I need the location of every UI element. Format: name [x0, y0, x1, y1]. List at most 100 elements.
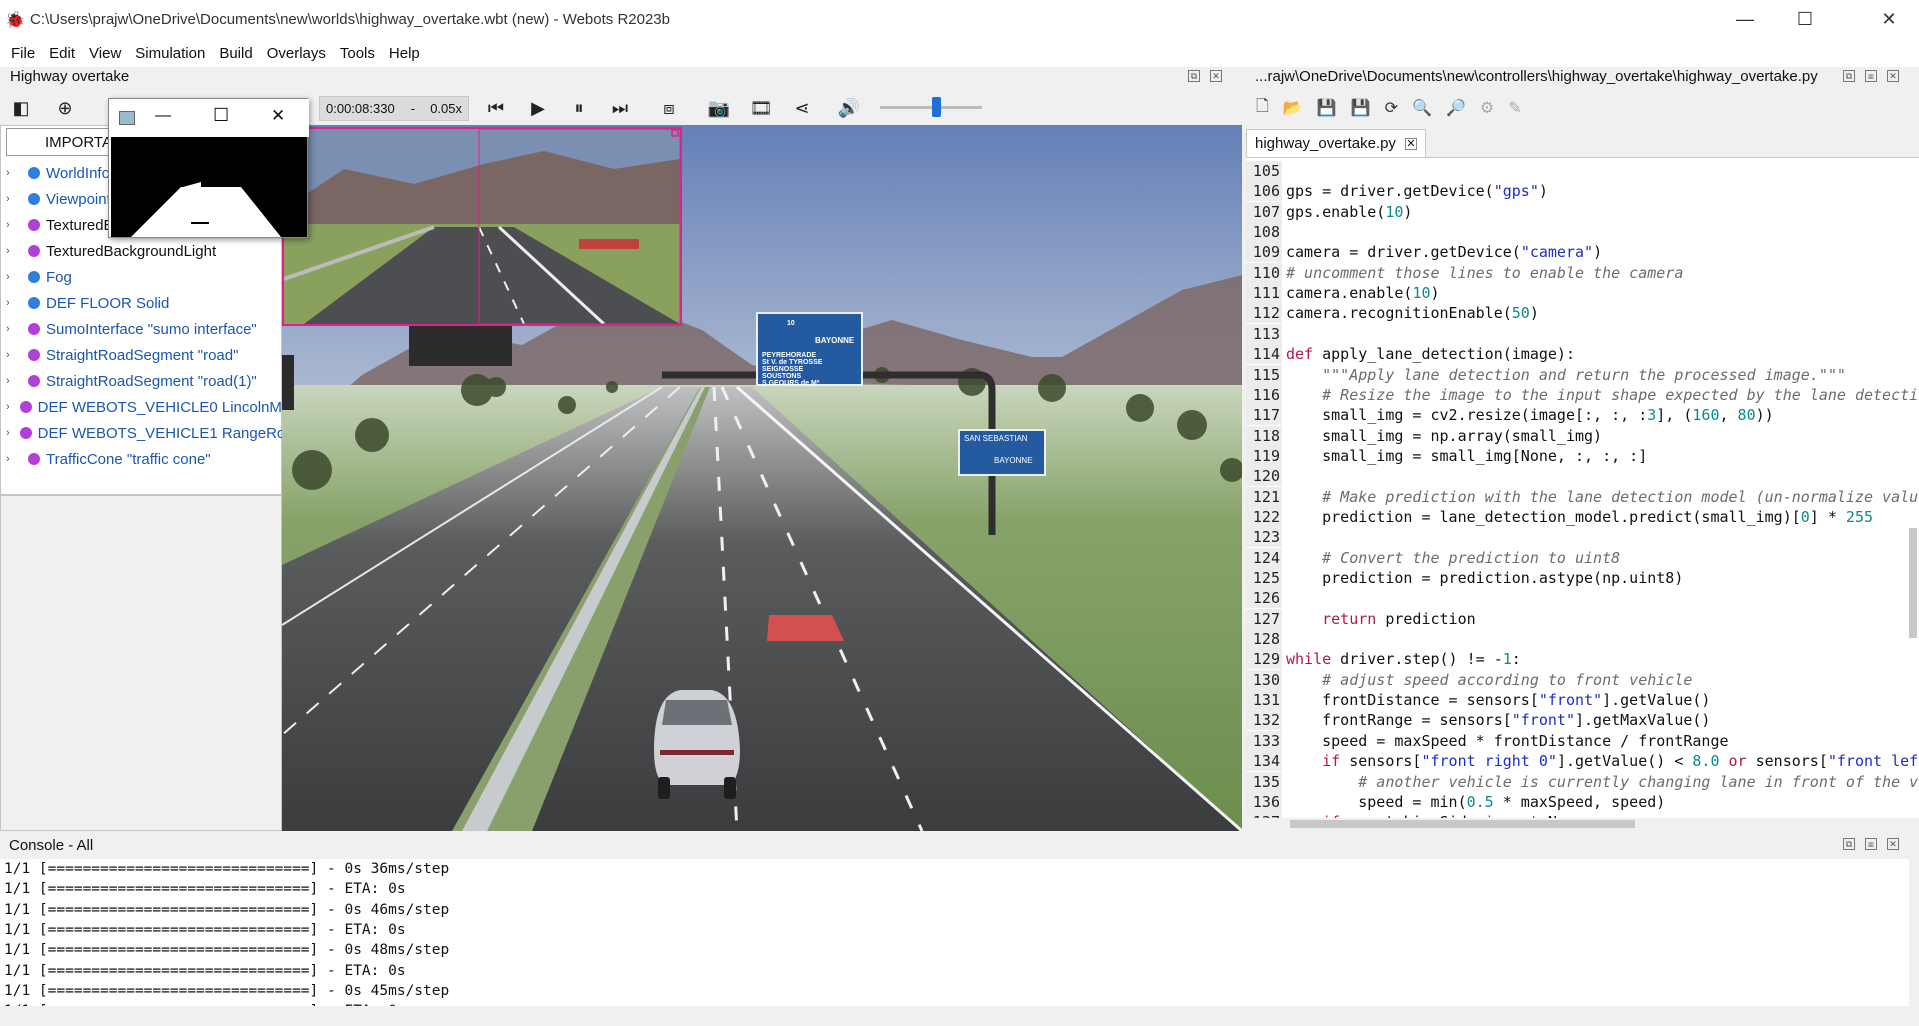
- code-line[interactable]: 106 gps = driver.getDevice("gps"): [1246, 181, 1919, 202]
- code-line[interactable]: 123: [1246, 527, 1919, 548]
- menu-tools[interactable]: Tools: [333, 45, 382, 62]
- close-tab-icon[interactable]: ✕: [1405, 137, 1417, 150]
- toggle-scene-tree-icon[interactable]: ◧: [8, 95, 34, 121]
- replace-icon[interactable]: 🔎: [1446, 98, 1466, 118]
- new-file-icon[interactable]: 🗋: [1256, 95, 1269, 122]
- volume-slider-handle[interactable]: [932, 97, 942, 117]
- close-panel-icon[interactable]: ✕: [1210, 70, 1222, 82]
- code-line[interactable]: 137 if overtakingSide is not None:: [1246, 812, 1919, 818]
- code-line[interactable]: 121 # Make prediction with the lane dete…: [1246, 486, 1919, 507]
- code-line[interactable]: 132 frontRange = sensors["front"].getMax…: [1246, 710, 1919, 731]
- revert-icon[interactable]: ⟳: [1385, 98, 1398, 118]
- code-line[interactable]: 114 def apply_lane_detection(image):: [1246, 344, 1919, 365]
- code-line[interactable]: 110 # uncomment those lines to enable the…: [1246, 262, 1919, 283]
- expand-arrow-icon[interactable]: ›: [6, 297, 18, 309]
- code-line[interactable]: 128: [1246, 629, 1919, 650]
- expand-arrow-icon[interactable]: ›: [6, 349, 18, 361]
- expand-arrow-icon[interactable]: ›: [6, 375, 18, 387]
- expand-arrow-icon[interactable]: ›: [6, 167, 18, 179]
- code-line[interactable]: 127 return prediction: [1246, 608, 1919, 629]
- code-line[interactable]: 131 frontDistance = sensors["front"].get…: [1246, 690, 1919, 711]
- code-line[interactable]: 122 prediction = lane_detection_model.pr…: [1246, 506, 1919, 527]
- save-icon[interactable]: 💾: [1317, 98, 1337, 118]
- code-line[interactable]: 120: [1246, 466, 1919, 487]
- mini-close-button[interactable]: ✕: [271, 106, 285, 126]
- close-panel-icon[interactable]: ✕: [1887, 838, 1899, 850]
- save-as-icon[interactable]: 💾: [1351, 98, 1371, 118]
- undock-icon[interactable]: ⧈: [1865, 70, 1877, 82]
- code-line[interactable]: 126: [1246, 588, 1919, 609]
- code-line[interactable]: 111 camera.enable(10): [1246, 283, 1919, 304]
- expand-arrow-icon[interactable]: ›: [6, 271, 18, 283]
- close-button[interactable]: ✕: [1860, 0, 1918, 39]
- scene-tree-node[interactable]: › SumoInterface "sumo interface": [0, 316, 282, 342]
- code-line[interactable]: 117 small_img = cv2.resize(image[:, :, :…: [1246, 405, 1919, 426]
- editor-file-tab[interactable]: highway_overtake.py ✕: [1246, 129, 1426, 157]
- menu-help[interactable]: Help: [382, 45, 427, 62]
- code-line[interactable]: 119 small_img = small_img[None, :, :, :]: [1246, 445, 1919, 466]
- volume-slider[interactable]: [880, 106, 982, 109]
- code-line[interactable]: 133 speed = maxSpeed * frontDistance / f…: [1246, 730, 1919, 751]
- scene-tree-node[interactable]: › TexturedBackgroundLight: [0, 238, 282, 264]
- close-panel-icon[interactable]: ✕: [1887, 70, 1899, 82]
- undock-icon[interactable]: ⧈: [1865, 838, 1877, 850]
- scene-tree-node[interactable]: › DEF WEBOTS_VEHICLE1 RangeRov: [0, 420, 293, 446]
- code-line[interactable]: 116 # Resize the image to the input shap…: [1246, 384, 1919, 405]
- code-line[interactable]: 108: [1246, 222, 1919, 243]
- menu-simulation[interactable]: Simulation: [128, 45, 212, 62]
- code-line[interactable]: 129 while driver.step() != -1:: [1246, 649, 1919, 670]
- code-vertical-scrollbar[interactable]: [1909, 528, 1917, 638]
- movie-icon[interactable]: 🎞: [748, 95, 774, 121]
- scene-tree-node[interactable]: › StraightRoadSegment "road(1)": [0, 368, 282, 394]
- expand-arrow-icon[interactable]: ›: [6, 401, 10, 413]
- expand-arrow-icon[interactable]: ›: [6, 193, 18, 205]
- pause-icon[interactable]: ⏸: [566, 95, 592, 121]
- mini-maximize-button[interactable]: ☐: [213, 105, 229, 126]
- undock-icon[interactable]: ⧉: [1188, 70, 1200, 82]
- code-line[interactable]: 107 gps.enable(10): [1246, 201, 1919, 222]
- volume-icon[interactable]: 🔊: [836, 95, 862, 121]
- find-icon[interactable]: 🔍: [1412, 98, 1432, 118]
- code-line[interactable]: 112 camera.recognitionEnable(50): [1246, 303, 1919, 324]
- code-horizontal-scrollbar[interactable]: [1290, 820, 1635, 828]
- code-line[interactable]: 124 # Convert the prediction to uint8: [1246, 547, 1919, 568]
- share-icon[interactable]: ⋖: [789, 95, 815, 121]
- expand-arrow-icon[interactable]: ›: [6, 245, 18, 257]
- maximize-button[interactable]: ☐: [1776, 0, 1834, 39]
- scene-tree-node[interactable]: › Fog: [0, 264, 282, 290]
- menu-edit[interactable]: Edit: [42, 45, 82, 62]
- code-line[interactable]: 125 prediction = prediction.astype(np.ui…: [1246, 568, 1919, 588]
- float-icon[interactable]: ⧉: [1843, 70, 1855, 82]
- scene-tree-node[interactable]: › StraightRoadSegment "road": [0, 342, 282, 368]
- step-back-icon[interactable]: ⏮: [483, 95, 509, 121]
- open-file-icon[interactable]: 📂: [1283, 98, 1303, 118]
- play-icon[interactable]: ▶: [525, 95, 551, 121]
- code-line[interactable]: 115 """Apply lane detection and return t…: [1246, 364, 1919, 385]
- screenshot-icon[interactable]: 📷: [706, 95, 732, 121]
- fast-forward-icon[interactable]: ⏭: [607, 95, 633, 121]
- menu-overlays[interactable]: Overlays: [260, 45, 333, 62]
- scene-tree-node[interactable]: › TrafficCone "traffic cone": [0, 446, 282, 472]
- clean-icon[interactable]: ✎: [1508, 98, 1521, 118]
- code-line[interactable]: 105: [1246, 161, 1919, 181]
- mini-minimize-button[interactable]: —: [155, 107, 171, 125]
- code-line[interactable]: 109 camera = driver.getDevice("camera"): [1246, 242, 1919, 263]
- menu-view[interactable]: View: [82, 45, 128, 62]
- minimize-button[interactable]: —: [1716, 0, 1774, 39]
- scene-tree-node[interactable]: › DEF FLOOR Solid: [0, 290, 282, 316]
- code-line[interactable]: 136 speed = min(0.5 * maxSpeed, speed): [1246, 791, 1919, 812]
- expand-arrow-icon[interactable]: ›: [6, 453, 18, 465]
- expand-arrow-icon[interactable]: ›: [6, 219, 18, 231]
- menu-build[interactable]: Build: [212, 45, 259, 62]
- code-line[interactable]: 135 # another vehicle is currently chang…: [1246, 771, 1919, 792]
- code-line[interactable]: 130 # adjust speed according to front ve…: [1246, 669, 1919, 690]
- scene-tree-node[interactable]: › DEF WEBOTS_VEHICLE0 LincolnMK: [0, 394, 292, 420]
- menu-file[interactable]: File: [4, 45, 42, 62]
- float-icon[interactable]: ⧉: [1843, 838, 1855, 850]
- build-icon[interactable]: ⚙: [1480, 98, 1494, 118]
- console-output[interactable]: 1/1 [==============================] - 0…: [0, 859, 1909, 1006]
- expand-arrow-icon[interactable]: ›: [6, 323, 18, 335]
- code-line[interactable]: 134 if sensors["front right 0"].getValue…: [1246, 751, 1919, 772]
- camera-overlay[interactable]: [282, 127, 682, 326]
- reset-view-icon[interactable]: ⧈: [656, 95, 682, 121]
